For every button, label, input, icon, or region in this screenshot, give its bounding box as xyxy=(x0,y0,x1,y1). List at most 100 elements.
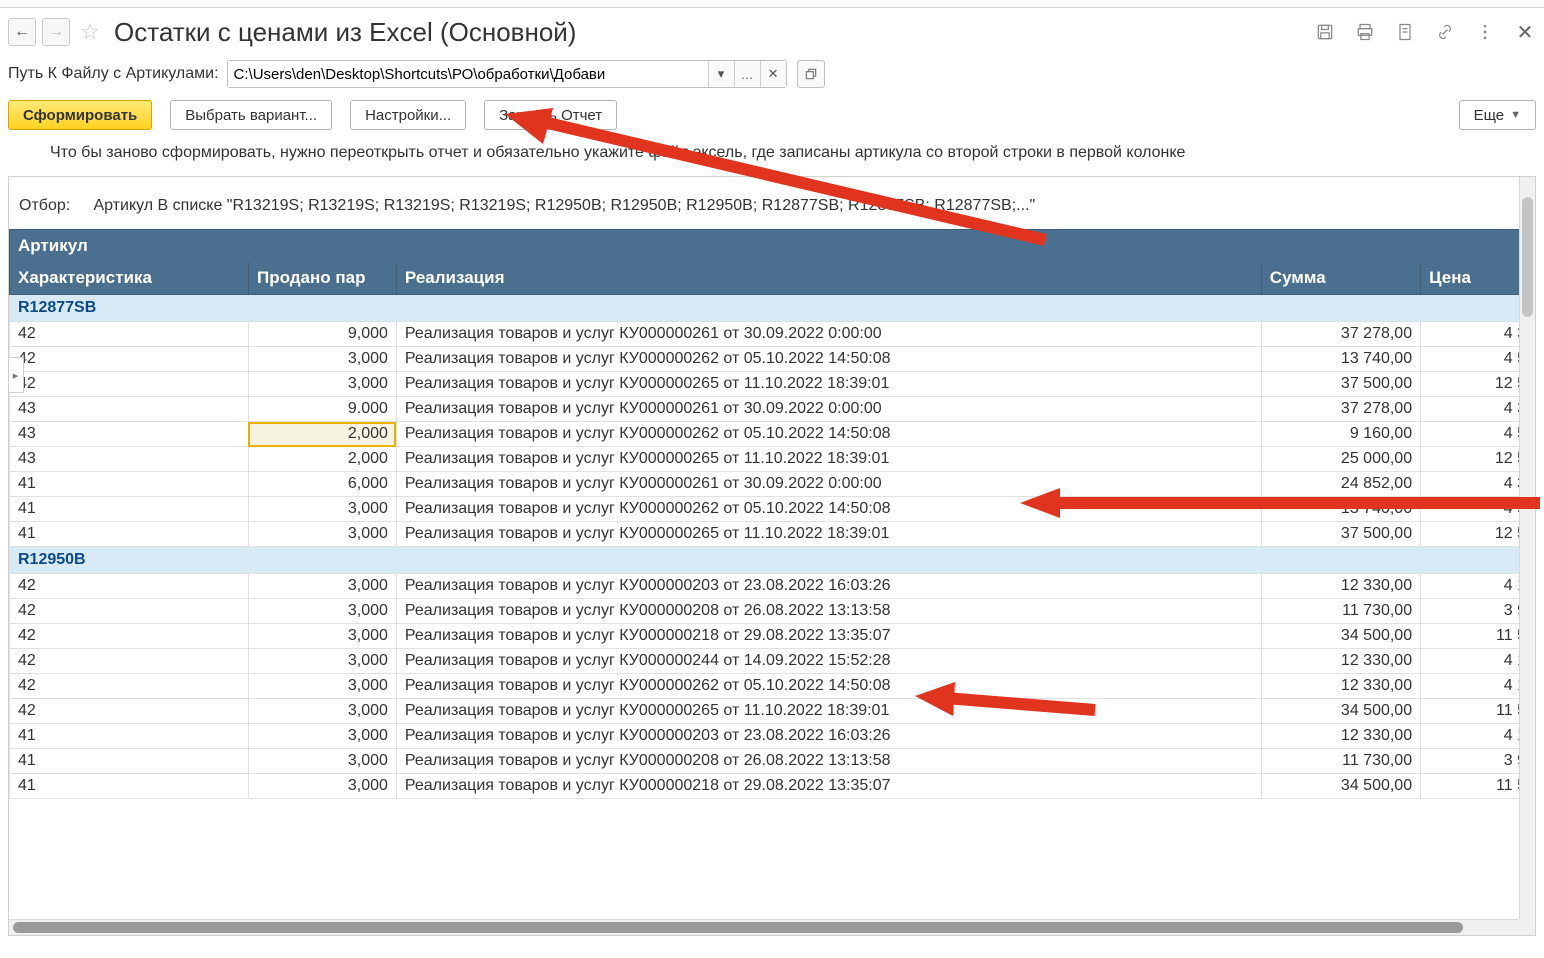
cell-realization[interactable]: Реализация товаров и услуг КУ000000262 о… xyxy=(396,497,1261,522)
cell-sum[interactable]: 12 330,00 xyxy=(1261,574,1420,599)
cell-realization[interactable]: Реализация товаров и услуг КУ000000261 о… xyxy=(396,397,1261,422)
table-row[interactable]: 423,000Реализация товаров и услуг КУ0000… xyxy=(10,372,1535,397)
cell-realization[interactable]: Реализация товаров и услуг КУ000000261 о… xyxy=(396,472,1261,497)
cell-sum[interactable]: 9 160,00 xyxy=(1261,422,1420,447)
cell-sum[interactable]: 12 330,00 xyxy=(1261,724,1420,749)
cell-price[interactable]: 4 1 xyxy=(1421,674,1535,699)
table-row[interactable]: 439.000Реализация товаров и услуг КУ0000… xyxy=(10,397,1535,422)
cell-sold[interactable]: 3,000 xyxy=(248,774,396,799)
cell-realization[interactable]: Реализация товаров и услуг КУ000000265 о… xyxy=(396,372,1261,397)
cell-price[interactable]: 11 5 xyxy=(1421,774,1535,799)
cell-price[interactable]: 4 1 xyxy=(1421,649,1535,674)
table-row[interactable]: 429,000Реализация товаров и услуг КУ0000… xyxy=(10,322,1535,347)
cell-sum[interactable]: 37 278,00 xyxy=(1261,322,1420,347)
cell-characteristic[interactable]: 41 xyxy=(10,472,249,497)
cell-realization[interactable]: Реализация товаров и услуг КУ000000244 о… xyxy=(396,649,1261,674)
cell-sum[interactable]: 11 730,00 xyxy=(1261,599,1420,624)
cell-sold[interactable]: 3,000 xyxy=(248,599,396,624)
table-row[interactable]: 423,000Реализация товаров и услуг КУ0000… xyxy=(10,699,1535,724)
more-button[interactable]: Еще▼ xyxy=(1459,100,1536,130)
table-row[interactable]: 423,000Реализация товаров и услуг КУ0000… xyxy=(10,347,1535,372)
table-row[interactable]: 423,000Реализация товаров и услуг КУ0000… xyxy=(10,674,1535,699)
cell-sold[interactable]: 3,000 xyxy=(248,724,396,749)
cell-characteristic[interactable]: 41 xyxy=(10,774,249,799)
table-row[interactable]: 432,000Реализация товаров и услуг КУ0000… xyxy=(10,422,1535,447)
cell-price[interactable]: 11 5 xyxy=(1421,624,1535,649)
cell-sum[interactable]: 25 000,00 xyxy=(1261,447,1420,472)
table-row[interactable]: 416,000Реализация товаров и услуг КУ0000… xyxy=(10,472,1535,497)
report-scroll[interactable]: Отбор: Артикул В списке "R13219S; R13219… xyxy=(9,177,1535,919)
cell-characteristic[interactable]: 43 xyxy=(10,422,249,447)
cell-sold[interactable]: 9.000 xyxy=(248,397,396,422)
table-row[interactable]: 413,000Реализация товаров и услуг КУ0000… xyxy=(10,774,1535,799)
cell-price[interactable]: 4 3 xyxy=(1421,472,1535,497)
cell-realization[interactable]: Реализация товаров и услуг КУ000000265 о… xyxy=(396,447,1261,472)
cell-sum[interactable]: 37 500,00 xyxy=(1261,522,1420,547)
cell-sold[interactable]: 3,000 xyxy=(248,699,396,724)
cell-characteristic[interactable]: 42 xyxy=(10,372,249,397)
cell-sold[interactable]: 9,000 xyxy=(248,322,396,347)
close-report-button[interactable]: Закрыть Отчет xyxy=(484,100,617,130)
file-path-dropdown-button[interactable]: ▾ xyxy=(708,61,734,87)
cell-price[interactable]: 4 5 xyxy=(1421,347,1535,372)
cell-realization[interactable]: Реализация товаров и услуг КУ000000203 о… xyxy=(396,574,1261,599)
cell-sum[interactable]: 34 500,00 xyxy=(1261,774,1420,799)
file-path-clear-button[interactable]: ✕ xyxy=(760,61,786,87)
vertical-scrollbar[interactable] xyxy=(1519,177,1535,919)
print-icon[interactable] xyxy=(1354,21,1376,43)
cell-sold[interactable]: 3,000 xyxy=(248,649,396,674)
favorite-star-icon[interactable]: ☆ xyxy=(76,18,104,46)
close-icon[interactable]: ✕ xyxy=(1514,21,1536,43)
cell-sum[interactable]: 34 500,00 xyxy=(1261,699,1420,724)
document-icon[interactable] xyxy=(1394,21,1416,43)
cell-sum[interactable]: 11 730,00 xyxy=(1261,749,1420,774)
file-path-input[interactable] xyxy=(228,61,708,87)
cell-sum[interactable]: 37 500,00 xyxy=(1261,372,1420,397)
cell-sum[interactable]: 37 278,00 xyxy=(1261,397,1420,422)
cell-characteristic[interactable]: 42 xyxy=(10,347,249,372)
cell-price[interactable]: 4 1 xyxy=(1421,724,1535,749)
cell-characteristic[interactable]: 41 xyxy=(10,522,249,547)
cell-price[interactable]: 3 9 xyxy=(1421,599,1535,624)
cell-realization[interactable]: Реализация товаров и услуг КУ000000208 о… xyxy=(396,599,1261,624)
cell-sold[interactable]: 3,000 xyxy=(248,624,396,649)
cell-price[interactable]: 12 5 xyxy=(1421,447,1535,472)
table-row[interactable]: 423,000Реализация товаров и услуг КУ0000… xyxy=(10,624,1535,649)
cell-price[interactable]: 4 5 xyxy=(1421,497,1535,522)
cell-characteristic[interactable]: 42 xyxy=(10,574,249,599)
cell-sold[interactable]: 6,000 xyxy=(248,472,396,497)
table-group-row[interactable]: R12950B xyxy=(10,547,1535,574)
cell-price[interactable]: 12 5 xyxy=(1421,372,1535,397)
table-row[interactable]: 432,000Реализация товаров и услуг КУ0000… xyxy=(10,447,1535,472)
cell-sum[interactable]: 13 740,00 xyxy=(1261,497,1420,522)
cell-characteristic[interactable]: 42 xyxy=(10,649,249,674)
cell-price[interactable]: 11 5 xyxy=(1421,699,1535,724)
cell-characteristic[interactable]: 43 xyxy=(10,447,249,472)
cell-price[interactable]: 12 5 xyxy=(1421,522,1535,547)
cell-sold[interactable]: 3,000 xyxy=(248,347,396,372)
cell-sold[interactable]: 3,000 xyxy=(248,749,396,774)
cell-realization[interactable]: Реализация товаров и услуг КУ000000262 о… xyxy=(396,422,1261,447)
save-icon[interactable] xyxy=(1314,21,1336,43)
horizontal-scrollbar[interactable] xyxy=(9,919,1519,935)
table-row[interactable]: 413,000Реализация товаров и услуг КУ0000… xyxy=(10,749,1535,774)
select-variant-button[interactable]: Выбрать вариант... xyxy=(170,100,332,130)
cell-sold[interactable]: 3,000 xyxy=(248,522,396,547)
link-icon[interactable] xyxy=(1434,21,1456,43)
cell-sold[interactable]: 3,000 xyxy=(248,497,396,522)
cell-characteristic[interactable]: 42 xyxy=(10,599,249,624)
cell-realization[interactable]: Реализация товаров и услуг КУ000000208 о… xyxy=(396,749,1261,774)
table-group-row[interactable]: R12877SB xyxy=(10,295,1535,322)
cell-sold[interactable]: 3,000 xyxy=(248,674,396,699)
cell-price[interactable]: 3 9 xyxy=(1421,749,1535,774)
cell-sold[interactable]: 2,000 xyxy=(248,447,396,472)
cell-characteristic[interactable]: 42 xyxy=(10,674,249,699)
cell-characteristic[interactable]: 42 xyxy=(10,699,249,724)
cell-characteristic[interactable]: 41 xyxy=(10,749,249,774)
cell-price[interactable]: 4 5 xyxy=(1421,422,1535,447)
file-path-detach-button[interactable] xyxy=(797,60,825,88)
table-row[interactable]: 423,000Реализация товаров и услуг КУ0000… xyxy=(10,599,1535,624)
cell-characteristic[interactable]: 41 xyxy=(10,724,249,749)
table-row[interactable]: 423,000Реализация товаров и услуг КУ0000… xyxy=(10,574,1535,599)
horizontal-scrollbar-thumb[interactable] xyxy=(13,922,1463,933)
